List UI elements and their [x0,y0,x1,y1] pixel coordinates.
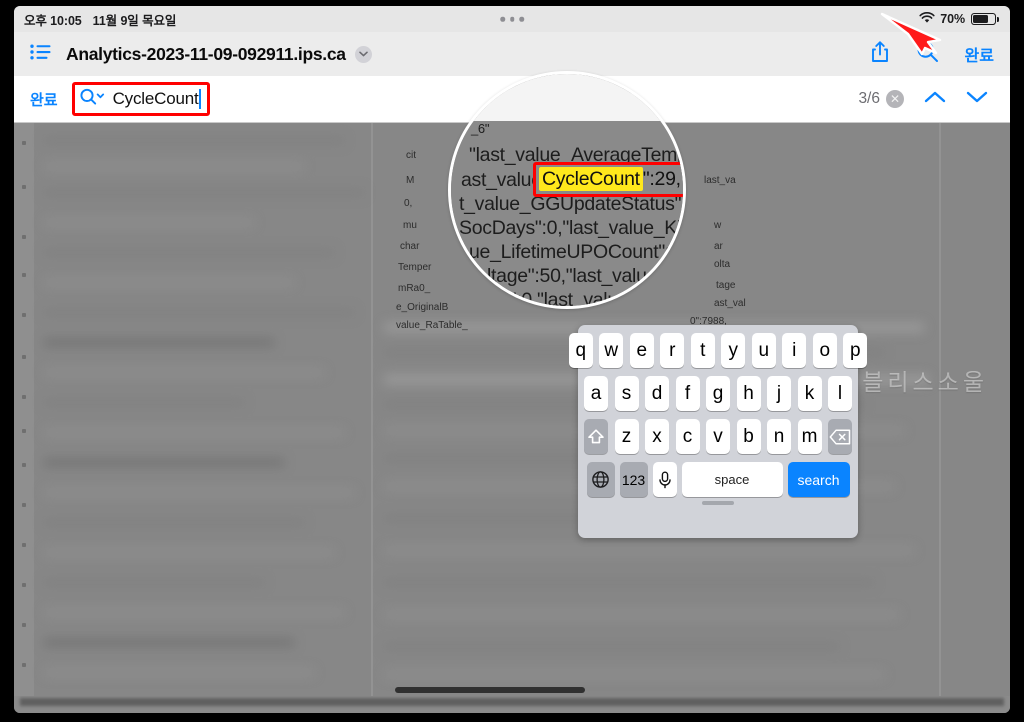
key-g[interactable]: g [706,376,730,411]
key-m[interactable]: m [797,419,822,454]
edge-text-right-5: ast_val [714,298,746,309]
chevron-down-icon[interactable] [354,45,372,63]
key-x[interactable]: x [645,419,669,454]
list-bullet-icon[interactable] [30,44,52,65]
screen: 오후 10:05 11월 9일 목요일 70% Analytics-2023-1… [14,6,1010,713]
loupe-line-6: ltage":50,"last_value_Maxim [487,265,684,287]
key-h[interactable]: h [736,376,761,411]
keyboard-drag-handle[interactable] [702,501,734,505]
search-key[interactable]: search [787,462,850,497]
multitasking-dots-icon[interactable] [500,16,524,22]
edge-text-left-2: 0, [404,198,413,209]
edge-text-right-2: ar [714,241,723,252]
loupe-line-4: SocDays":0,"last_value_KioskMo [459,217,683,239]
edge-text-left-8: value_RaTable_ [396,320,468,331]
search-input-highlight: CycleCount [71,82,211,116]
key-v[interactable]: v [706,419,730,454]
edge-text-left-1: M [406,175,415,186]
key-q[interactable]: q [568,333,593,368]
find-done-button[interactable]: 완료 [30,89,58,110]
key-f[interactable]: f [675,376,700,411]
edge-text-left-7: e_OriginalB [396,302,449,313]
keyboard-row-3: z x c v b n m [584,419,852,454]
chevron-up-icon[interactable] [924,90,946,109]
key-t[interactable]: t [690,333,715,368]
key-y[interactable]: y [721,333,746,368]
globe-icon[interactable] [586,462,615,497]
loupe-toolbar-reflection [451,74,683,121]
red-arrow-icon [878,8,962,61]
status-bar: 오후 10:05 11월 9일 목요일 70% [14,6,1010,32]
loupe-line-7: ity":0,"last_value_Maxim [491,289,686,309]
backspace-icon[interactable] [828,419,852,454]
key-k[interactable]: k [797,376,822,411]
shift-icon[interactable] [584,419,608,454]
key-p[interactable]: p [843,333,868,368]
key-z[interactable]: z [614,419,639,454]
loupe-text: _6" "last_value_AverageTemperature ast_v… [451,121,683,306]
chevron-down-nav-icon[interactable] [966,90,988,109]
text-caret [199,89,202,109]
loupe-line-5: ue_LifetimeUPOCount":0,"last_ [469,241,686,263]
status-date: 11월 9일 목요일 [92,13,177,28]
edge-text-right-3: olta [714,259,731,270]
magnifier-loupe: _6" "last_value_AverageTemperature ast_v… [448,71,686,309]
edge-text-right-0: last_va [704,175,736,186]
match-counter: 3/6 ✕ [858,90,904,108]
key-r[interactable]: r [660,333,685,368]
on-screen-keyboard: q w e r t y u i o p a s d f g h j k l z … [568,325,868,538]
loupe-line-0: _6" [471,121,490,136]
edge-text-left-6: mRa0_ [398,283,431,294]
status-time: 오후 10:05 [24,13,82,28]
clear-circle-icon[interactable]: ✕ [886,90,904,108]
key-u[interactable]: u [751,333,776,368]
search-options-icon[interactable] [79,87,106,111]
key-a[interactable]: a [584,376,608,411]
key-s[interactable]: s [614,376,639,411]
edge-text-left-3: mu [403,220,417,231]
numbers-key[interactable]: 123 [619,462,648,497]
edge-text-left-4: char [400,241,420,252]
page-title: Analytics-2023-11-09-092911.ips.ca [66,43,346,64]
edge-text-right-1: w [714,220,722,231]
microphone-icon[interactable] [652,462,677,497]
highlighted-match: CycleCount [539,167,643,191]
search-match-highlight: CycleCount ":29, [533,162,683,197]
edge-text-left-0: cit [406,150,416,161]
bottom-text-strip [14,696,1010,713]
key-c[interactable]: c [675,419,700,454]
edge-text-right-4: tage [716,280,736,291]
keyboard-row-1: q w e r t y u i o p [568,333,868,368]
keyboard-row-2: a s d f g h j k l [584,376,852,411]
device-frame: 오후 10:05 11월 9일 목요일 70% Analytics-2023-1… [0,0,1024,722]
key-o[interactable]: o [812,333,837,368]
watermark-label: 블리스소울 [862,370,988,396]
battery-icon [971,13,999,25]
keyboard-row-4: 123 space search [585,462,851,497]
toolbar-done-button[interactable]: 완료 [965,42,994,66]
key-n[interactable]: n [767,419,791,454]
key-i[interactable]: i [782,333,807,368]
key-j[interactable]: j [767,376,791,411]
key-d[interactable]: d [645,376,669,411]
key-e[interactable]: e [629,333,654,368]
space-key[interactable]: space [681,462,783,497]
search-input[interactable]: CycleCount [113,89,199,109]
document-toolbar: Analytics-2023-11-09-092911.ips.ca 완료 [14,32,1010,76]
key-w[interactable]: w [599,333,624,368]
home-indicator[interactable] [395,687,585,693]
key-b[interactable]: b [736,419,761,454]
edge-text-left-5: Temper [398,262,432,273]
key-l[interactable]: l [828,376,852,411]
match-counter-label: 3/6 [858,90,880,107]
match-suffix: ":29, [642,168,681,190]
